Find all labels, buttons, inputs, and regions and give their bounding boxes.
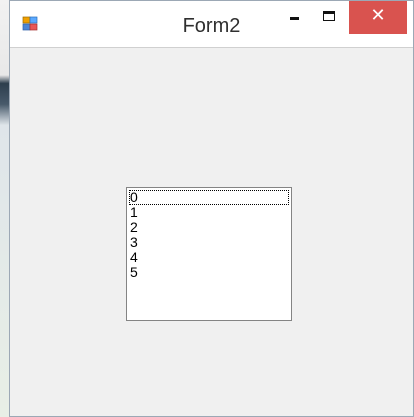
listbox-items: 0 1 2 3 4 5 bbox=[129, 190, 289, 280]
list-item-4[interactable]: 4 bbox=[129, 250, 289, 265]
close-icon: ✕ bbox=[370, 5, 386, 26]
background-window-edge bbox=[0, 0, 9, 417]
title-bar[interactable]: Form2 ✕ bbox=[10, 1, 413, 47]
minimize-button[interactable] bbox=[279, 7, 309, 31]
minimize-icon bbox=[290, 17, 299, 20]
screen: Form2 ✕ 0 1 2 3 4 5 bbox=[0, 0, 414, 417]
list-item-1[interactable]: 1 bbox=[129, 205, 289, 220]
maximize-button[interactable] bbox=[315, 7, 345, 31]
list-item-3[interactable]: 3 bbox=[129, 235, 289, 250]
list-item-5[interactable]: 5 bbox=[129, 265, 289, 280]
maximize-icon bbox=[323, 11, 335, 21]
form-client-area[interactable]: 0 1 2 3 4 5 bbox=[10, 47, 413, 416]
close-button[interactable]: ✕ bbox=[349, 1, 407, 34]
list-item-2[interactable]: 2 bbox=[129, 220, 289, 235]
number-listbox[interactable]: 0 1 2 3 4 5 bbox=[126, 187, 292, 321]
list-item-0[interactable]: 0 bbox=[129, 190, 289, 205]
form2-window[interactable]: Form2 ✕ 0 1 2 3 4 5 bbox=[9, 0, 414, 417]
